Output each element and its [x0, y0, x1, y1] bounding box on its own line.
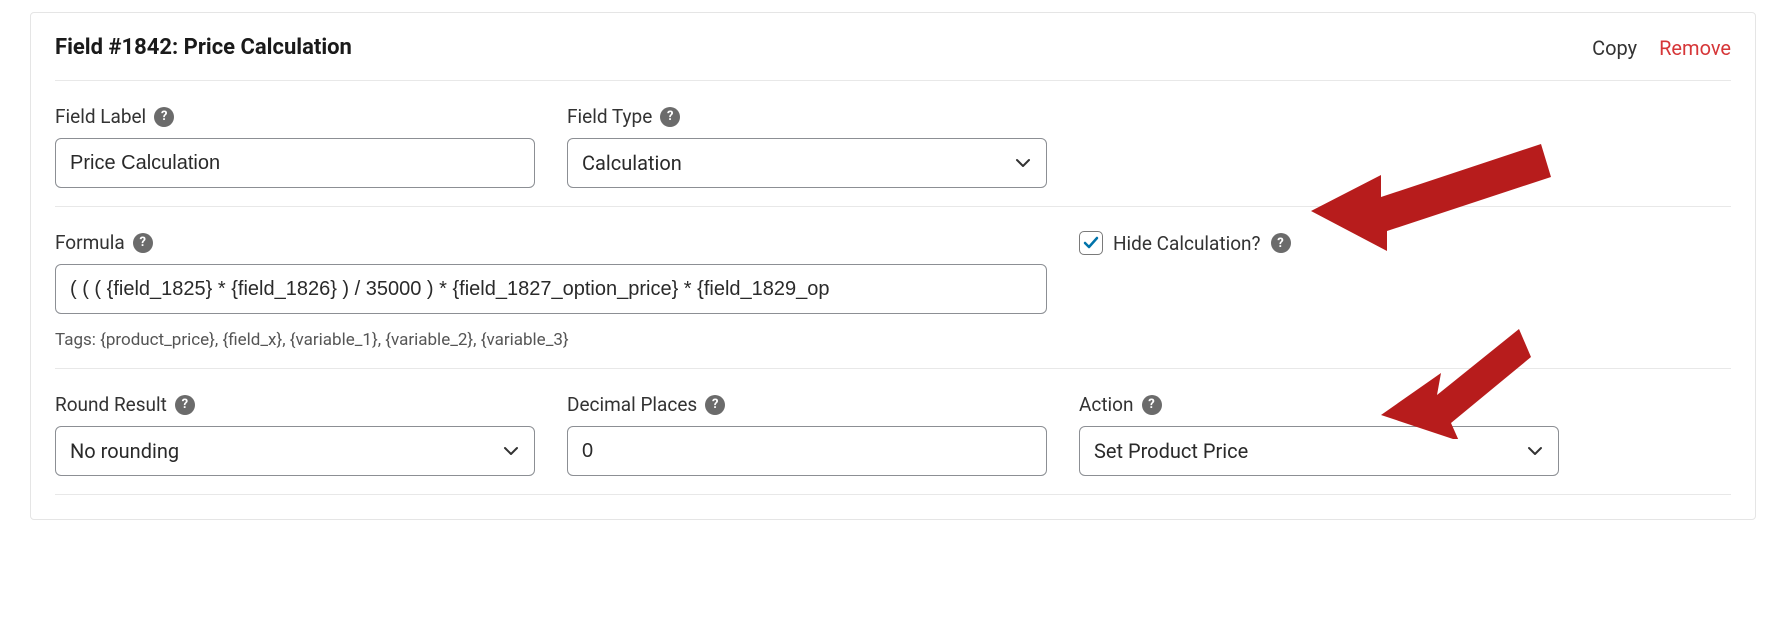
decimal-places-col: Decimal Places ? — [567, 393, 1047, 476]
field-config-panel: Field #1842: Price Calculation Copy Remo… — [30, 12, 1756, 520]
field-label-col: Field Label ? — [55, 105, 535, 188]
field-label-label-row: Field Label ? — [55, 105, 535, 128]
decimal-places-label-row: Decimal Places ? — [567, 393, 1047, 416]
hide-calculation-col: Hide Calculation? ? — [1079, 231, 1731, 255]
formula-col: Formula ? Tags: {product_price}, {field_… — [55, 231, 1047, 350]
copy-button[interactable]: Copy — [1592, 36, 1637, 60]
field-type-label-row: Field Type ? — [567, 105, 1047, 128]
formula-hint: Tags: {product_price}, {field_x}, {varia… — [55, 324, 1047, 350]
help-icon[interactable]: ? — [154, 107, 174, 127]
round-result-value: No rounding — [70, 439, 179, 463]
help-icon[interactable]: ? — [660, 107, 680, 127]
hide-calculation-checkbox[interactable] — [1079, 231, 1103, 255]
round-result-label-row: Round Result ? — [55, 393, 535, 416]
row-round-decimal-action: Round Result ? No rounding Decimal Place… — [55, 369, 1731, 494]
round-result-select[interactable]: No rounding — [55, 426, 535, 476]
help-icon[interactable]: ? — [705, 395, 725, 415]
action-value: Set Product Price — [1094, 439, 1248, 463]
remove-button[interactable]: Remove — [1659, 36, 1731, 60]
round-result-select-wrap: No rounding — [55, 426, 535, 476]
help-icon[interactable]: ? — [133, 233, 153, 253]
action-select[interactable]: Set Product Price — [1079, 426, 1559, 476]
panel-header: Field #1842: Price Calculation Copy Remo… — [55, 13, 1731, 80]
panel-title: Field #1842: Price Calculation — [55, 35, 352, 60]
field-label-label: Field Label — [55, 105, 146, 128]
field-type-value: Calculation — [582, 151, 682, 175]
field-type-col: Field Type ? Calculation — [567, 105, 1047, 188]
formula-label-row: Formula ? — [55, 231, 1047, 254]
field-label-input[interactable] — [55, 138, 535, 188]
round-result-label: Round Result — [55, 393, 167, 416]
action-col: Action ? Set Product Price — [1079, 393, 1559, 476]
panel-actions: Copy Remove — [1592, 36, 1731, 60]
row-formula: Formula ? Tags: {product_price}, {field_… — [55, 207, 1731, 368]
formula-input[interactable] — [55, 264, 1047, 314]
row-label-type: Field Label ? Field Type ? Calculation — [55, 81, 1731, 206]
help-icon[interactable]: ? — [1142, 395, 1162, 415]
help-icon[interactable]: ? — [175, 395, 195, 415]
divider — [55, 494, 1731, 495]
field-type-label: Field Type — [567, 105, 652, 128]
round-result-col: Round Result ? No rounding — [55, 393, 535, 476]
hide-calculation-row: Hide Calculation? ? — [1079, 231, 1731, 255]
decimal-places-input[interactable] — [567, 426, 1047, 476]
formula-label: Formula — [55, 231, 125, 254]
field-type-select[interactable]: Calculation — [567, 138, 1047, 188]
decimal-places-label: Decimal Places — [567, 393, 697, 416]
action-label-row: Action ? — [1079, 393, 1559, 416]
action-label: Action — [1079, 393, 1134, 416]
hide-calculation-label: Hide Calculation? — [1113, 232, 1261, 255]
action-select-wrap: Set Product Price — [1079, 426, 1559, 476]
field-type-select-wrap: Calculation — [567, 138, 1047, 188]
help-icon[interactable]: ? — [1271, 233, 1291, 253]
